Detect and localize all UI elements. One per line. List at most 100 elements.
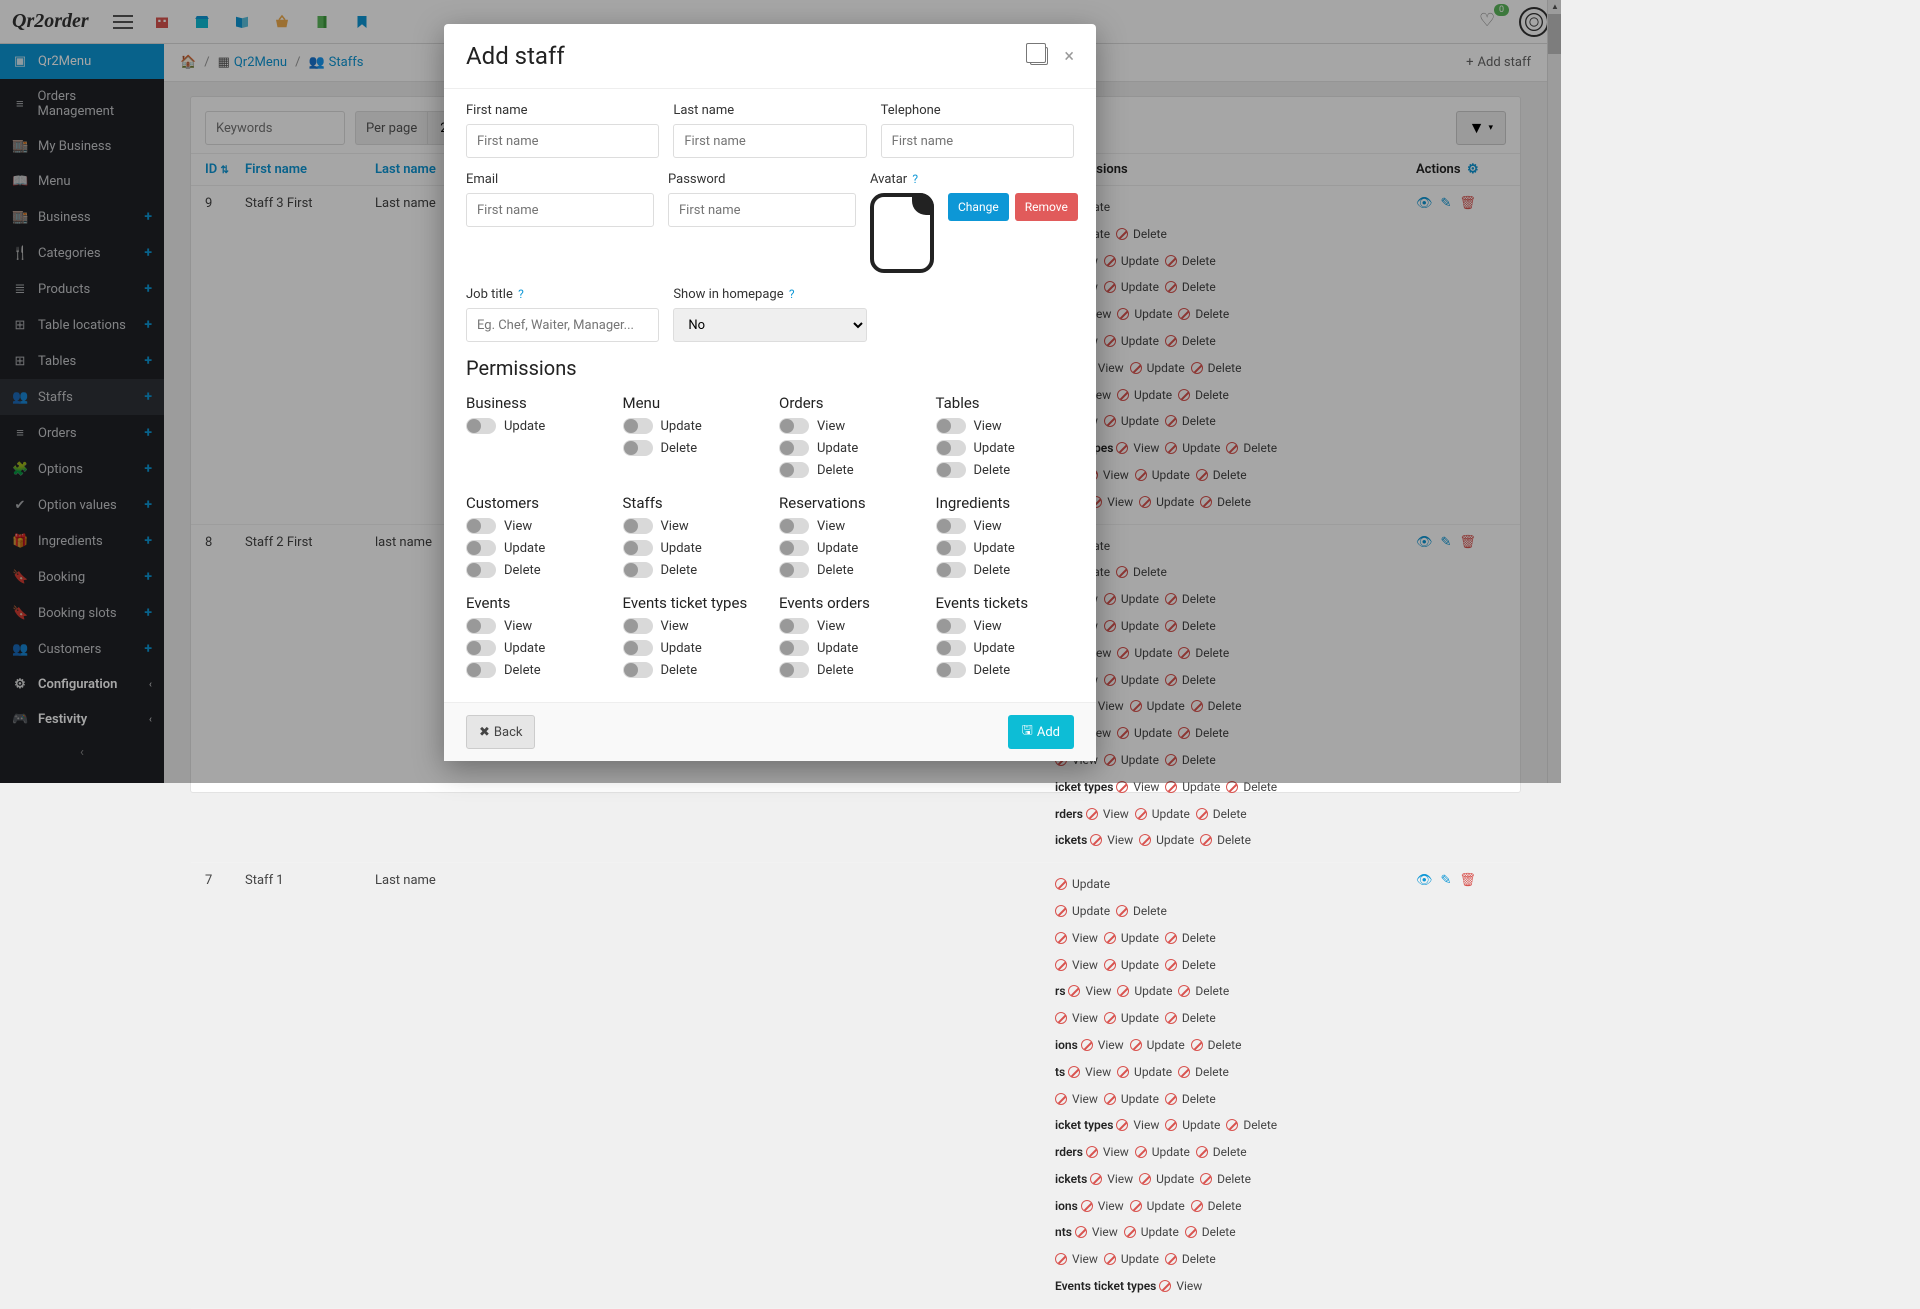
perm-group-title: Events orders: [779, 594, 918, 612]
help-icon[interactable]: ?: [789, 287, 795, 301]
email-input[interactable]: [466, 193, 654, 227]
perm-group-title: Events: [466, 594, 605, 612]
ban-icon: [1178, 1066, 1190, 1078]
ban-icon: [1117, 985, 1129, 997]
modal-title: Add staff: [466, 42, 565, 70]
perm-toggle-row: View: [466, 518, 605, 534]
ban-icon: [1104, 1093, 1116, 1105]
toggle-view[interactable]: [936, 518, 966, 534]
remove-button[interactable]: Remove: [1015, 193, 1078, 221]
toggle-update[interactable]: [623, 540, 653, 556]
help-icon[interactable]: ?: [518, 287, 524, 301]
perm-toggle-row: Delete: [623, 440, 762, 456]
save-icon: 🖫: [1022, 721, 1033, 743]
close-icon[interactable]: ×: [1064, 46, 1074, 67]
change-button[interactable]: Change: [948, 193, 1009, 221]
ban-icon: [1081, 1039, 1093, 1051]
password-input[interactable]: [668, 193, 856, 227]
toggle-update[interactable]: [466, 640, 496, 656]
ban-icon: [1135, 808, 1147, 820]
toggle-label: Update: [974, 641, 1015, 656]
perm-toggle-row: Delete: [936, 562, 1075, 578]
add-button[interactable]: 🖫Add: [1008, 715, 1074, 749]
ban-icon: [1196, 808, 1208, 820]
toggle-view[interactable]: [623, 518, 653, 534]
toggle-delete[interactable]: [936, 462, 966, 478]
password-label: Password: [668, 172, 856, 187]
toggle-update[interactable]: [779, 640, 809, 656]
toggle-update[interactable]: [936, 440, 966, 456]
toggle-view[interactable]: [779, 518, 809, 534]
perm-group-title: Ingredients: [936, 494, 1075, 512]
perm-toggle-row: View: [779, 418, 918, 434]
toggle-view[interactable]: [936, 618, 966, 634]
cell-id: 7: [205, 873, 245, 1298]
perm-group-menu: MenuUpdateDelete: [623, 388, 762, 484]
ban-icon: [1135, 1146, 1147, 1158]
toggle-delete[interactable]: [936, 562, 966, 578]
toggle-delete[interactable]: [623, 440, 653, 456]
ban-icon: [1055, 959, 1067, 971]
avatar-label: Avatar ?: [870, 172, 1078, 187]
toggle-view[interactable]: [466, 618, 496, 634]
toggle-label: Delete: [504, 663, 541, 678]
toggle-update[interactable]: [623, 640, 653, 656]
job-title-input[interactable]: [466, 308, 659, 342]
modal-footer: ✖Back 🖫Add: [444, 702, 1096, 761]
toggle-update[interactable]: [466, 418, 496, 434]
perm-group-orders: OrdersViewUpdateDelete: [779, 388, 918, 484]
perm-toggle-row: Delete: [779, 562, 918, 578]
toggle-view[interactable]: [779, 418, 809, 434]
toggle-label: View: [661, 619, 689, 634]
ban-icon: [1226, 1119, 1238, 1131]
duplicate-icon[interactable]: [1030, 47, 1048, 65]
toggle-delete[interactable]: [779, 562, 809, 578]
toggle-label: View: [974, 419, 1002, 434]
toggle-view[interactable]: [936, 418, 966, 434]
help-icon[interactable]: ?: [912, 172, 918, 186]
show-homepage-select[interactable]: No: [673, 308, 866, 342]
delete-icon[interactable]: 🗑: [1459, 873, 1476, 888]
toggle-delete[interactable]: [779, 662, 809, 678]
ban-icon: [1104, 1012, 1116, 1024]
toggle-update[interactable]: [936, 640, 966, 656]
toggle-update[interactable]: [936, 540, 966, 556]
ban-icon: [1130, 1200, 1142, 1212]
toggle-delete[interactable]: [623, 662, 653, 678]
ban-icon: [1055, 1012, 1067, 1024]
telephone-input[interactable]: [881, 124, 1074, 158]
toggle-label: Update: [504, 419, 545, 434]
toggle-delete[interactable]: [466, 562, 496, 578]
toggle-update[interactable]: [623, 418, 653, 434]
toggle-update[interactable]: [466, 540, 496, 556]
view-icon[interactable]: 👁: [1416, 873, 1433, 888]
ban-icon: [1130, 1039, 1142, 1051]
perm-toggle-row: Update: [623, 640, 762, 656]
toggle-label: Delete: [974, 563, 1011, 578]
toggle-view[interactable]: [466, 518, 496, 534]
toggle-update[interactable]: [779, 440, 809, 456]
toggle-view[interactable]: [623, 618, 653, 634]
perm-toggle-row: View: [936, 618, 1075, 634]
perm-toggle-row: Update: [779, 440, 918, 456]
firstname-input[interactable]: [466, 124, 659, 158]
toggle-label: Update: [504, 541, 545, 556]
ban-icon: [1104, 932, 1116, 944]
toggle-delete[interactable]: [466, 662, 496, 678]
ban-icon: [1196, 1146, 1208, 1158]
toggle-label: Update: [817, 541, 858, 556]
perm-toggle-row: Update: [779, 540, 918, 556]
cell-actions: 👁 ✎ 🗑: [1416, 873, 1506, 1298]
ban-icon: [1055, 932, 1067, 944]
toggle-delete[interactable]: [936, 662, 966, 678]
ban-icon: [1200, 1173, 1212, 1185]
edit-icon[interactable]: ✎: [1441, 873, 1452, 888]
toggle-label: View: [504, 519, 532, 534]
toggle-update[interactable]: [779, 540, 809, 556]
toggle-delete[interactable]: [623, 562, 653, 578]
toggle-delete[interactable]: [779, 462, 809, 478]
lastname-input[interactable]: [673, 124, 866, 158]
toggle-view[interactable]: [779, 618, 809, 634]
back-button[interactable]: ✖Back: [466, 715, 535, 749]
ban-icon: [1165, 1119, 1177, 1131]
